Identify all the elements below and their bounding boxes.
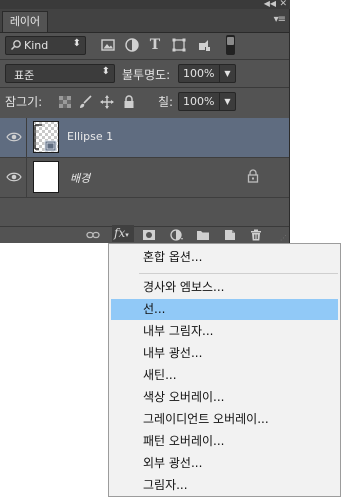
eye-icon[interactable]: [6, 170, 22, 184]
menu-item-drop-shadow[interactable]: 그림자...: [111, 475, 338, 496]
tab-layers[interactable]: 레이어: [2, 11, 48, 32]
layer-thumbnail-background: [33, 161, 59, 193]
link-icon[interactable]: [86, 229, 100, 241]
filter-kind-label: Kind: [24, 39, 49, 52]
divider: [0, 87, 289, 88]
panel-menu-icon[interactable]: ▾≡: [274, 14, 286, 25]
visibility-column-divider: [26, 158, 27, 197]
lock-icon[interactable]: [122, 95, 136, 109]
layer-row-ellipse-1[interactable]: Ellipse 1: [0, 118, 289, 158]
menu-item-color-overlay[interactable]: 색상 오버레이...: [111, 387, 338, 408]
collapse-panel-icon[interactable]: ◀◀: [264, 0, 276, 9]
layer-mask-icon[interactable]: [142, 229, 156, 241]
menu-item-blending-options[interactable]: 혼합 옵션...: [111, 247, 338, 268]
close-panel-icon[interactable]: ✕: [279, 0, 287, 9]
menu-item-stroke[interactable]: 선...: [111, 299, 338, 320]
resize-grip-icon[interactable]: ⋰: [280, 234, 287, 242]
filter-kind-select[interactable]: Kind ⬍: [5, 36, 86, 55]
brush-icon[interactable]: [78, 95, 92, 109]
pixel-layer-filter-icon[interactable]: [100, 37, 116, 53]
divider: [0, 59, 289, 60]
fill-dropdown-icon[interactable]: ▼: [219, 93, 235, 110]
chevron-updown-icon: ⬍: [101, 66, 110, 77]
layer-row-background[interactable]: 배경: [0, 158, 289, 198]
blend-mode-value: 표준: [14, 69, 35, 82]
new-layer-icon[interactable]: [223, 229, 237, 241]
lock-label: 잠그기:: [5, 95, 43, 109]
menu-item-satin[interactable]: 새틴...: [111, 365, 338, 386]
trash-icon[interactable]: [249, 229, 263, 241]
menu-item-gradient-overlay[interactable]: 그레이디언트 오버레이...: [111, 409, 338, 430]
layer-thumbnail-ellipse: [33, 121, 59, 153]
menu-item-outer-glow[interactable]: 외부 광선...: [111, 453, 338, 474]
shape-layer-filter-icon[interactable]: [171, 37, 187, 53]
adjustment-layer-filter-icon[interactable]: [124, 37, 140, 53]
folder-icon[interactable]: [196, 229, 210, 241]
chevron-down-icon: ▾: [125, 231, 129, 239]
menu-item-bevel-emboss[interactable]: 경사와 엠보스...: [111, 277, 338, 298]
adjustment-layer-icon[interactable]: [170, 229, 184, 241]
eye-icon[interactable]: [6, 130, 22, 144]
fx-button[interactable]: fx▾: [112, 225, 134, 242]
panel-title-strip: ◀◀ ✕: [0, 0, 290, 9]
fx-icon: fx: [114, 226, 126, 240]
lock-transparent-pixels-icon[interactable]: [58, 95, 72, 109]
smart-object-filter-icon[interactable]: [196, 37, 212, 53]
lock-icon: [247, 169, 259, 183]
menu-item-inner-shadow[interactable]: 내부 그림자...: [111, 321, 338, 342]
search-icon: [10, 40, 21, 51]
menu-item-pattern-overlay[interactable]: 패턴 오버레이...: [111, 431, 338, 452]
layer-name[interactable]: Ellipse 1: [67, 130, 113, 143]
opacity-dropdown-icon[interactable]: ▼: [219, 65, 235, 82]
move-icon[interactable]: [100, 95, 114, 109]
opacity-value: 100%: [183, 67, 215, 80]
fill-value: 100%: [183, 95, 215, 108]
fill-field[interactable]: 100% ▼: [178, 92, 236, 111]
type-layer-filter-icon[interactable]: T: [147, 37, 163, 53]
layers-panel-bottom-bar: fx▾ ⋰: [0, 225, 289, 243]
opacity-label: 불투명도:: [122, 68, 171, 82]
opacity-field[interactable]: 100% ▼: [178, 64, 236, 83]
layer-style-menu: 혼합 옵션... 경사와 엠보스... 선... 내부 그림자... 내부 광선…: [108, 243, 341, 497]
chevron-updown-icon: ⬍: [72, 38, 81, 49]
menu-item-inner-glow[interactable]: 내부 광선...: [111, 343, 338, 364]
layers-panel: ◀◀ ✕ 레이어 ▾≡ Kind ⬍ T 표준 ⬍ 불투명도: 100% ▼ 잠…: [0, 0, 290, 243]
layer-list: Ellipse 1 배경: [0, 116, 289, 226]
layer-name[interactable]: 배경: [70, 170, 90, 186]
visibility-column-divider: [26, 118, 27, 157]
filter-toggle-switch[interactable]: [226, 35, 235, 55]
fill-label: 칠:: [158, 95, 174, 109]
blend-mode-select[interactable]: 표준 ⬍: [5, 64, 115, 83]
menu-separator: [139, 273, 338, 274]
panel-tab-bar: 레이어 ▾≡: [0, 9, 289, 33]
